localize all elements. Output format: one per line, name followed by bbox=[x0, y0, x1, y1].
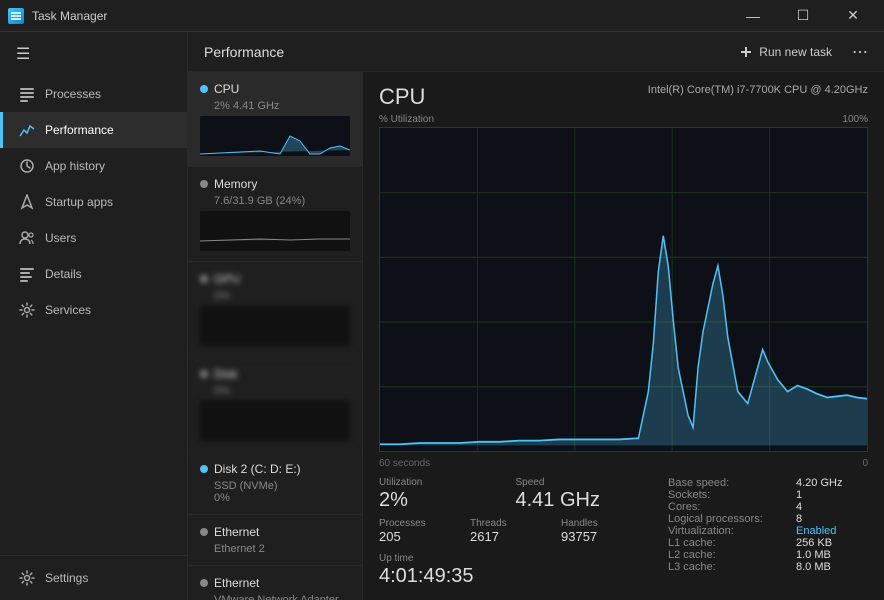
cpu-details: Base speed: 4.20 GHz Sockets: 1 Cores: 4 bbox=[668, 477, 868, 588]
processes-stat: Processes 205 bbox=[379, 518, 470, 545]
sidebar-item-users[interactable]: Users bbox=[0, 220, 187, 256]
threads-stat: Threads 2617 bbox=[470, 518, 561, 545]
uptime-value: 4:01:49:35 bbox=[379, 564, 652, 588]
util-label: % Utilization bbox=[379, 114, 434, 125]
percent-max: 100% bbox=[842, 114, 868, 125]
sidebar-label-details: Details bbox=[45, 267, 82, 281]
services-icon bbox=[19, 302, 35, 318]
cpu-item-sub: 2% 4.41 GHz bbox=[214, 100, 350, 112]
settings-icon bbox=[19, 570, 35, 586]
disk2-item-sub: SSD (NVMe) bbox=[214, 480, 350, 492]
minimize-button[interactable]: — bbox=[730, 0, 776, 32]
window-controls: — ☐ ✕ bbox=[730, 0, 876, 32]
eth2-item-label: Ethernet bbox=[214, 576, 259, 590]
more-options-icon[interactable]: ⋯ bbox=[852, 42, 868, 62]
speed-stat: Speed 4.41 GHz bbox=[516, 477, 653, 512]
cpu-detail-panel: CPU Intel(R) Core(TM) i7-7700K CPU @ 4.2… bbox=[363, 72, 884, 600]
memory-item-label: Memory bbox=[214, 177, 257, 191]
sidebar-item-details[interactable]: Details bbox=[0, 256, 187, 292]
cpu-chart bbox=[379, 127, 868, 452]
app-title: Task Manager bbox=[32, 9, 107, 23]
memory-item-sub: 7.6/31.9 GB (24%) bbox=[214, 195, 350, 207]
content-area: Performance Run new task ⋯ CPU 2 bbox=[188, 32, 884, 600]
sidebar-item-startup-apps[interactable]: Startup apps bbox=[0, 184, 187, 220]
content-body: CPU 2% 4.41 GHz Memory bbox=[188, 72, 884, 600]
run-task-icon bbox=[739, 45, 753, 59]
sidebar-label-processes: Processes bbox=[45, 87, 101, 101]
performance-icon bbox=[19, 122, 35, 138]
cpu-model: Intel(R) Core(TM) i7-7700K CPU @ 4.20GHz bbox=[648, 84, 868, 96]
close-button[interactable]: ✕ bbox=[830, 0, 876, 32]
sidebar-label-performance: Performance bbox=[45, 123, 114, 137]
perf-item-ethernet2[interactable]: Ethernet VMware Network Adapter VM S: 0 … bbox=[188, 566, 362, 600]
sidebar-item-settings[interactable]: Settings bbox=[0, 560, 187, 596]
sidebar-label-startup: Startup apps bbox=[45, 195, 113, 209]
perf-item-blurred2[interactable]: Disk 0% bbox=[188, 357, 362, 452]
utilization-stat: Utilization 2% bbox=[379, 477, 516, 512]
sidebar-label-settings: Settings bbox=[45, 571, 88, 585]
sidebar-item-services[interactable]: Services bbox=[0, 292, 187, 328]
cpu-item-label: CPU bbox=[214, 82, 239, 96]
sidebar-label-users: Users bbox=[45, 231, 76, 245]
memory-dot bbox=[200, 180, 208, 188]
titlebar: Task Manager — ☐ ✕ bbox=[0, 0, 884, 32]
maximize-button[interactable]: ☐ bbox=[780, 0, 826, 32]
users-icon bbox=[19, 230, 35, 246]
content-actions: Run new task ⋯ bbox=[731, 41, 868, 63]
sidebar-label-app-history: App history bbox=[45, 159, 105, 173]
sidebar-item-app-history[interactable]: App history bbox=[0, 148, 187, 184]
hamburger-icon[interactable]: ☰ bbox=[0, 32, 187, 76]
uptime-label: Up time bbox=[379, 553, 652, 564]
eth1-dot bbox=[200, 528, 208, 536]
content-title: Performance bbox=[204, 44, 284, 60]
main-layout: ☰ Processes Performance App history Star… bbox=[0, 32, 884, 600]
details-icon bbox=[19, 266, 35, 282]
disk2-dot bbox=[200, 465, 208, 473]
cpu-mini-chart bbox=[200, 116, 350, 156]
perf-item-ethernet1[interactable]: Ethernet Ethernet 2 bbox=[188, 515, 362, 566]
perf-item-disk2[interactable]: Disk 2 (C: D: E:) SSD (NVMe) 0% bbox=[188, 452, 362, 515]
memory-mini-chart bbox=[200, 211, 350, 251]
eth2-item-sub: VMware Network Adapter VM bbox=[214, 594, 350, 600]
sidebar-item-processes[interactable]: Processes bbox=[0, 76, 187, 112]
eth1-item-sub: Ethernet 2 bbox=[214, 543, 350, 555]
processes-icon bbox=[19, 86, 35, 102]
chart-time-right: 0 bbox=[862, 458, 868, 469]
eth2-dot bbox=[200, 579, 208, 587]
disk2-item-sub2: 0% bbox=[214, 492, 350, 504]
sidebar-bottom: Settings bbox=[0, 555, 187, 600]
cpu-title: CPU bbox=[379, 84, 425, 110]
sidebar: ☰ Processes Performance App history Star… bbox=[0, 32, 188, 600]
run-new-task-button[interactable]: Run new task bbox=[731, 41, 840, 63]
chart-time-left: 60 seconds bbox=[379, 458, 430, 469]
app-icon bbox=[8, 8, 24, 24]
cpu-dot bbox=[200, 85, 208, 93]
perf-item-memory[interactable]: Memory 7.6/31.9 GB (24%) bbox=[188, 167, 362, 262]
eth1-item-label: Ethernet bbox=[214, 525, 259, 539]
perf-item-cpu[interactable]: CPU 2% 4.41 GHz bbox=[188, 72, 362, 167]
app-history-icon bbox=[19, 158, 35, 174]
perf-item-blurred1[interactable]: GPU 0% bbox=[188, 262, 362, 357]
handles-stat: Handles 93757 bbox=[561, 518, 652, 545]
disk2-item-label: Disk 2 (C: D: E:) bbox=[214, 462, 301, 476]
content-header: Performance Run new task ⋯ bbox=[188, 32, 884, 72]
startup-icon bbox=[19, 194, 35, 210]
sidebar-item-performance[interactable]: Performance bbox=[0, 112, 187, 148]
perf-list: CPU 2% 4.41 GHz Memory bbox=[188, 72, 363, 600]
sidebar-label-services: Services bbox=[45, 303, 91, 317]
